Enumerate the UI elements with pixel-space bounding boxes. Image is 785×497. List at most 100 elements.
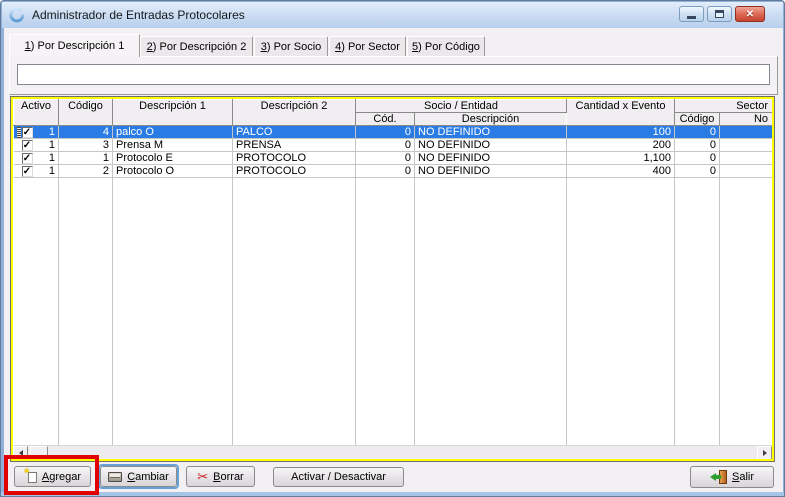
column-group-sector: Sector bbox=[675, 100, 773, 113]
cell-socio-codigo[interactable]: 0 bbox=[356, 126, 415, 139]
window-bottom-border bbox=[1, 492, 784, 496]
cell-descripcion-1[interactable]: palco O bbox=[113, 126, 233, 139]
tab-por-socio[interactable]: 3) Por Socio bbox=[254, 36, 328, 57]
cambiar-button[interactable]: Cambiar bbox=[100, 466, 177, 487]
cell-descripcion-1[interactable]: Protocolo O bbox=[113, 165, 233, 178]
tab-label: 3) Por Socio bbox=[261, 41, 322, 53]
grid-panel: Activo Código Descripción 1 Descripción … bbox=[10, 96, 775, 462]
cell-descripcion-1[interactable]: Protocolo E bbox=[113, 152, 233, 165]
cell-activo: 1 bbox=[33, 126, 56, 138]
cell-socio-codigo[interactable]: 0 bbox=[356, 139, 415, 152]
cell-descripcion-2[interactable]: PROTOCOLO bbox=[233, 152, 356, 165]
exit-door-icon bbox=[710, 470, 727, 484]
table-row[interactable]: ✓ 1 1 Protocolo E PROTOCOLO 0 NO DEFINID… bbox=[14, 152, 773, 165]
cell-socio-codigo[interactable]: 0 bbox=[356, 152, 415, 165]
close-button[interactable]: ✕ bbox=[735, 6, 765, 22]
title-bar[interactable]: Administrador de Entradas Protocolares ✕ bbox=[2, 2, 783, 28]
cell-descripcion-2[interactable]: PALCO bbox=[233, 126, 356, 139]
cell-sector-codigo[interactable]: 0 bbox=[675, 152, 720, 165]
maximize-icon bbox=[715, 10, 724, 18]
cell-socio-descripcion[interactable]: NO DEFINIDO bbox=[415, 152, 567, 165]
grid-empty-area bbox=[14, 178, 773, 445]
agregar-button[interactable]: ✶ Agregar bbox=[14, 466, 91, 487]
edit-icon bbox=[108, 472, 122, 482]
scroll-left-icon bbox=[19, 450, 23, 456]
cell-cantidad[interactable]: 200 bbox=[567, 139, 675, 152]
cell-sector-nombre[interactable] bbox=[720, 152, 773, 165]
scroll-right-icon bbox=[763, 450, 767, 456]
cambiar-focus-ring: Cambiar bbox=[98, 464, 179, 489]
checkbox-checked-icon[interactable]: ✓ bbox=[22, 153, 33, 164]
column-header-descripcion-1[interactable]: Descripción 1 bbox=[113, 100, 233, 126]
column-header-descripcion-2[interactable]: Descripción 2 bbox=[233, 100, 356, 126]
search-input[interactable] bbox=[17, 64, 770, 85]
selected-row-marker bbox=[17, 127, 21, 138]
app-icon bbox=[9, 7, 25, 23]
tab-por-descripcion-1[interactable]: 1) Por Descripción 1 bbox=[9, 34, 140, 57]
tab-label: 2) Por Descripción 2 bbox=[147, 41, 247, 53]
column-header-codigo[interactable]: Código bbox=[59, 100, 113, 126]
cell-descripcion-1[interactable]: Prensa M bbox=[113, 139, 233, 152]
tab-por-descripcion-2[interactable]: 2) Por Descripción 2 bbox=[140, 36, 253, 57]
window-title: Administrador de Entradas Protocolares bbox=[32, 8, 245, 22]
cell-sector-nombre[interactable] bbox=[720, 126, 773, 139]
cell-codigo[interactable]: 3 bbox=[59, 139, 113, 152]
cell-codigo[interactable]: 2 bbox=[59, 165, 113, 178]
cell-socio-descripcion[interactable]: NO DEFINIDO bbox=[415, 139, 567, 152]
minimize-button[interactable] bbox=[679, 6, 704, 22]
cell-cantidad[interactable]: 100 bbox=[567, 126, 675, 139]
data-grid: Activo Código Descripción 1 Descripción … bbox=[13, 99, 772, 445]
column-header-socio-codigo[interactable]: Cód. bbox=[356, 113, 415, 126]
column-header-sector-codigo[interactable]: Código bbox=[675, 113, 720, 126]
horizontal-scrollbar[interactable] bbox=[13, 445, 772, 460]
column-header-cantidad-x-evento[interactable]: Cantidad x Evento bbox=[567, 100, 675, 126]
tab-por-sector[interactable]: 4) Por Sector bbox=[329, 36, 406, 57]
cell-cantidad[interactable]: 400 bbox=[567, 165, 675, 178]
tab-page bbox=[9, 56, 778, 95]
cell-sector-nombre[interactable] bbox=[720, 139, 773, 152]
client-area: 1) Por Descripción 1 2) Por Descripción … bbox=[4, 28, 783, 494]
scrollbar-thumb[interactable] bbox=[30, 446, 48, 460]
table-row[interactable]: ✓ 1 2 Protocolo O PROTOCOLO 0 NO DEFINID… bbox=[14, 165, 773, 178]
add-new-icon: ✶ bbox=[24, 470, 37, 483]
activar-desactivar-button[interactable]: Activar / Desactivar bbox=[273, 467, 404, 487]
salir-label: Salir bbox=[732, 471, 754, 483]
cell-sector-codigo[interactable]: 0 bbox=[675, 139, 720, 152]
cell-descripcion-2[interactable]: PROTOCOLO bbox=[233, 165, 356, 178]
cell-sector-nombre[interactable] bbox=[720, 165, 773, 178]
cell-socio-descripcion[interactable]: NO DEFINIDO bbox=[415, 165, 567, 178]
cell-sector-codigo[interactable]: 0 bbox=[675, 126, 720, 139]
cell-activo: 1 bbox=[33, 139, 56, 151]
cell-descripcion-2[interactable]: PRENSA bbox=[233, 139, 356, 152]
scrollbar-left-arrow[interactable] bbox=[13, 446, 28, 460]
maximize-button[interactable] bbox=[707, 6, 732, 22]
scrollbar-right-arrow[interactable] bbox=[757, 446, 772, 460]
table-row[interactable]: ✓ 1 3 Prensa M PRENSA 0 NO DEFINIDO 200 … bbox=[14, 139, 773, 152]
checkbox-checked-icon[interactable]: ✓ bbox=[22, 127, 33, 138]
column-group-socio-entidad: Socio / Entidad bbox=[356, 100, 567, 113]
column-header-socio-descripcion[interactable]: Descripción bbox=[415, 113, 567, 126]
tab-label: 4) Por Sector bbox=[335, 41, 400, 53]
cell-socio-descripcion[interactable]: NO DEFINIDO bbox=[415, 126, 567, 139]
cell-codigo[interactable]: 1 bbox=[59, 152, 113, 165]
scissors-icon: ✂ bbox=[197, 470, 208, 483]
minimize-icon bbox=[687, 16, 696, 19]
activar-desactivar-label: Activar / Desactivar bbox=[291, 471, 386, 483]
borrar-button[interactable]: ✂ Borrar bbox=[186, 466, 255, 487]
cell-cantidad[interactable]: 1,100 bbox=[567, 152, 675, 165]
cell-activo: 1 bbox=[33, 152, 56, 164]
cell-socio-codigo[interactable]: 0 bbox=[356, 165, 415, 178]
cell-codigo[interactable]: 4 bbox=[59, 126, 113, 139]
cell-sector-codigo[interactable]: 0 bbox=[675, 165, 720, 178]
salir-button[interactable]: Salir bbox=[690, 466, 774, 488]
table-row[interactable]: ✓ 1 4 palco O PALCO 0 NO DEFINIDO 100 0 bbox=[14, 126, 773, 139]
tab-por-codigo[interactable]: 5) Por Código bbox=[407, 36, 485, 57]
checkbox-checked-icon[interactable]: ✓ bbox=[22, 166, 33, 177]
column-header-sector-nombre[interactable]: No bbox=[720, 113, 773, 126]
close-icon: ✕ bbox=[746, 9, 754, 20]
checkbox-checked-icon[interactable]: ✓ bbox=[22, 140, 33, 151]
tab-label: 5) Por Código bbox=[412, 41, 480, 53]
agregar-label: Agregar bbox=[42, 471, 81, 483]
cambiar-label: Cambiar bbox=[127, 471, 169, 483]
column-header-activo[interactable]: Activo bbox=[14, 100, 59, 126]
